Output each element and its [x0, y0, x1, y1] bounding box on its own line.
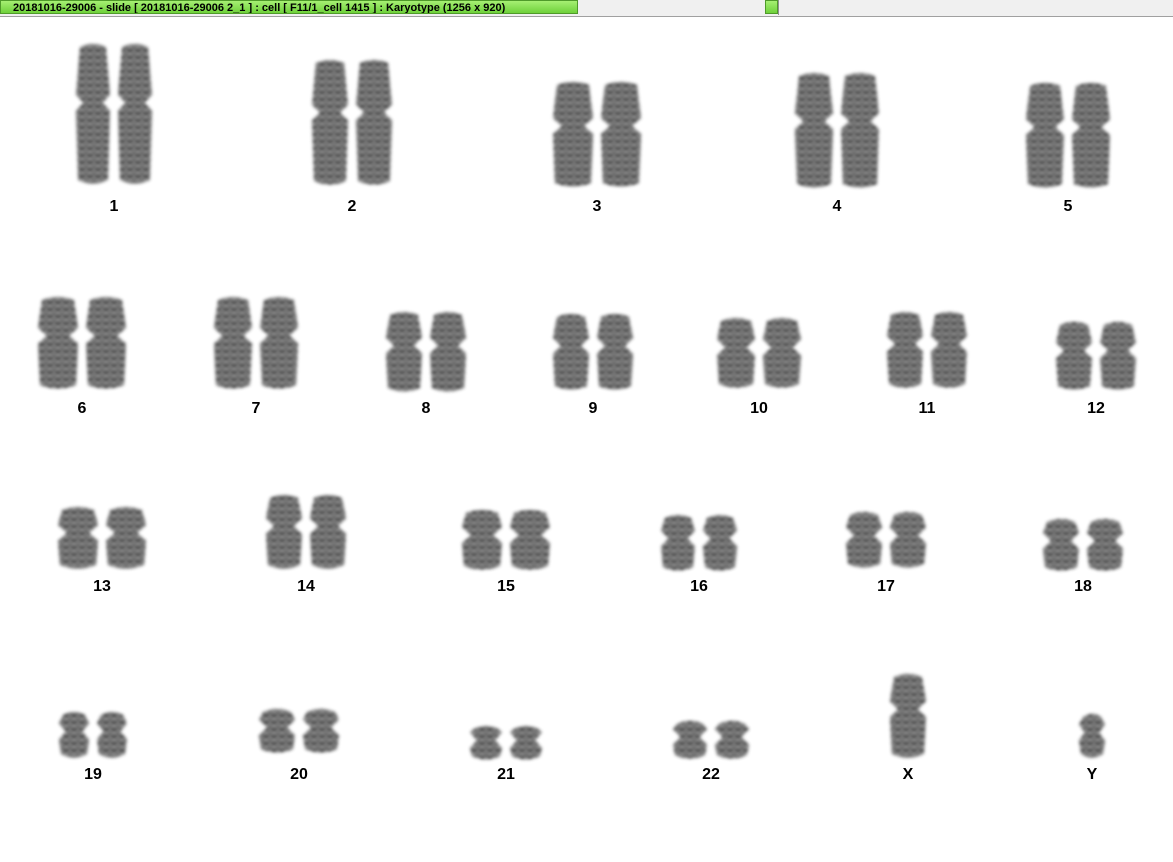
chromosome-label-15: 15 — [497, 578, 515, 595]
title-bar: 20181016-29006 - slide [ 20181016-29006 … — [0, 0, 1173, 17]
chromosome-label-19: 19 — [84, 766, 102, 783]
chromosome-label-10: 10 — [750, 400, 768, 417]
chromosome-label-x: X — [902, 766, 914, 783]
secondary-tab[interactable] — [765, 0, 778, 14]
chromosome-label-4: 4 — [832, 198, 842, 215]
chromosome-label-20: 20 — [290, 766, 308, 783]
chromosome-label-14: 14 — [297, 578, 315, 595]
window-title: 20181016-29006 - slide [ 20181016-29006 … — [13, 2, 506, 14]
chromosome-label-18: 18 — [1074, 578, 1092, 595]
chromosome-label-6: 6 — [77, 400, 87, 417]
chromosome-label-y: Y — [1086, 766, 1098, 783]
window-title-tab[interactable]: 20181016-29006 - slide [ 20181016-29006 … — [0, 0, 578, 14]
chromosome-label-21: 21 — [497, 766, 515, 783]
chromosome-label-16: 16 — [690, 578, 708, 595]
tab-divider — [778, 0, 779, 15]
chromosome-label-9: 9 — [588, 400, 598, 417]
chromosome-label-17: 17 — [877, 578, 895, 595]
chromosome-label-1: 1 — [109, 198, 119, 215]
chromosome-label-3: 3 — [592, 198, 602, 215]
chromosome-label-12: 12 — [1087, 400, 1105, 417]
chromosome-label-2: 2 — [347, 198, 357, 215]
chromosome-label-8: 8 — [421, 400, 431, 417]
chromosome-label-11: 11 — [918, 400, 936, 417]
chromosome-label-22: 22 — [702, 766, 720, 783]
karyotype-panel — [0, 17, 1173, 862]
chromosome-label-13: 13 — [93, 578, 111, 595]
chromosome-label-5: 5 — [1063, 198, 1073, 215]
chromosome-label-7: 7 — [251, 400, 261, 417]
